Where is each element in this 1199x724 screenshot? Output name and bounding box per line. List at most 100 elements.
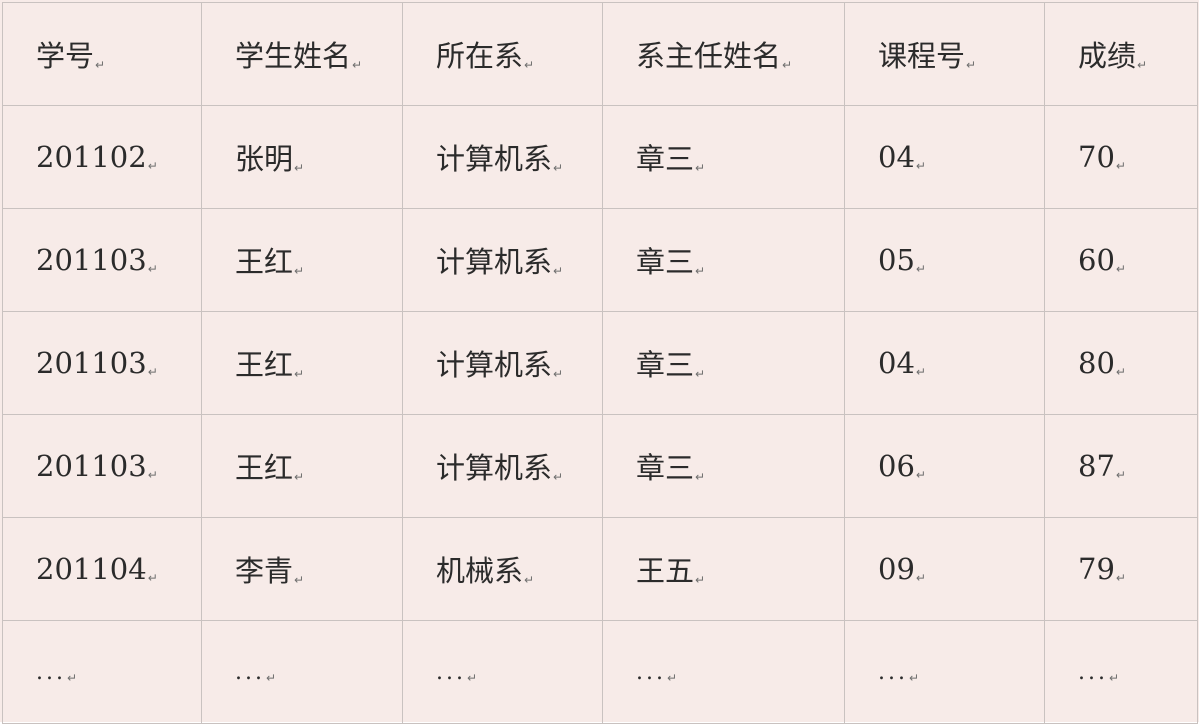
table-cell: 70↵ <box>1044 105 1198 209</box>
table-cell: 李青↵ <box>201 517 403 621</box>
cell-text: ... <box>36 659 66 685</box>
cell-text: 201103 <box>36 449 147 483</box>
cell-text: ... <box>878 659 908 685</box>
header-cell-student-id: 学号↵ <box>2 2 202 106</box>
cell-text: 章三 <box>636 348 695 382</box>
header-cell-dept-head: 系主任姓名↵ <box>602 2 845 106</box>
table-cell: 计算机系↵ <box>402 311 603 415</box>
paragraph-mark-icon: ↵ <box>524 573 535 587</box>
table-cell: 201103↵ <box>2 414 202 518</box>
table-cell: 计算机系↵ <box>402 208 603 312</box>
paragraph-mark-icon: ↵ <box>553 264 564 278</box>
document-page: 学号↵ 学生姓名↵ 所在系↵ 系主任姓名↵ 课程号↵ 成绩↵ 201102↵ 张… <box>0 0 1199 724</box>
paragraph-mark-icon: ↵ <box>294 573 305 587</box>
table-row: 201104↵ 李青↵ 机械系↵ 王五↵ 09↵ 79↵ <box>2 517 1198 621</box>
paragraph-mark-icon: ↵ <box>695 264 706 278</box>
paragraph-mark-icon: ↵ <box>695 161 706 175</box>
paragraph-mark-icon: ↵ <box>147 571 158 585</box>
paragraph-mark-icon: ↵ <box>782 58 793 72</box>
paragraph-mark-icon: ↵ <box>553 367 564 381</box>
paragraph-mark-icon: ↵ <box>553 161 564 175</box>
paragraph-mark-icon: ↵ <box>294 264 305 278</box>
table-cell: 王五↵ <box>602 517 845 621</box>
table-cell: 王红↵ <box>201 414 403 518</box>
cell-text: 计算机系 <box>436 451 553 485</box>
table-cell: 04↵ <box>844 105 1045 209</box>
table-cell: 章三↵ <box>602 414 845 518</box>
cell-text: ... <box>1078 659 1108 685</box>
table-cell: ...↵ <box>1044 620 1198 724</box>
paragraph-mark-icon: ↵ <box>1115 262 1126 276</box>
cell-text: 王五 <box>636 554 695 588</box>
table-cell: 机械系↵ <box>402 517 603 621</box>
cell-text: 201103 <box>36 243 147 277</box>
table-cell: ...↵ <box>602 620 845 724</box>
paragraph-mark-icon: ↵ <box>695 573 706 587</box>
table-cell: 87↵ <box>1044 414 1198 518</box>
table-cell: 05↵ <box>844 208 1045 312</box>
table-row: 201103↵ 王红↵ 计算机系↵ 章三↵ 05↵ 60↵ <box>2 208 1198 312</box>
paragraph-mark-icon: ↵ <box>147 262 158 276</box>
cell-text: 06 <box>878 449 915 483</box>
paragraph-mark-icon: ↵ <box>1108 670 1123 685</box>
table-cell: 06↵ <box>844 414 1045 518</box>
paragraph-mark-icon: ↵ <box>524 58 535 72</box>
cell-text: 04 <box>878 140 915 174</box>
table-cell: 60↵ <box>1044 208 1198 312</box>
paragraph-mark-icon: ↵ <box>915 571 926 585</box>
paragraph-mark-icon: ↵ <box>66 670 81 685</box>
paragraph-mark-icon: ↵ <box>95 58 106 72</box>
table-row-ellipsis: ...↵ ...↵ ...↵ ...↵ ...↵ ...↵ <box>2 620 1198 724</box>
paragraph-mark-icon: ↵ <box>466 670 481 685</box>
cell-text: 05 <box>878 243 915 277</box>
paragraph-mark-icon: ↵ <box>294 470 305 484</box>
cell-text: ... <box>436 659 466 685</box>
table-cell: 王红↵ <box>201 208 403 312</box>
header-cell-score: 成绩↵ <box>1044 2 1198 106</box>
paragraph-mark-icon: ↵ <box>915 365 926 379</box>
table-cell: 章三↵ <box>602 208 845 312</box>
cell-text: 所在系 <box>436 39 524 73</box>
paragraph-mark-icon: ↵ <box>915 468 926 482</box>
paragraph-mark-icon: ↵ <box>1115 159 1126 173</box>
cell-text: 201104 <box>36 552 147 586</box>
paragraph-mark-icon: ↵ <box>147 365 158 379</box>
cell-text: 系主任姓名 <box>636 39 782 73</box>
paragraph-mark-icon: ↵ <box>294 367 305 381</box>
table-cell: 201103↵ <box>2 311 202 415</box>
cell-text: 学生姓名 <box>235 39 352 73</box>
paragraph-mark-icon: ↵ <box>908 670 923 685</box>
cell-text: 04 <box>878 346 915 380</box>
paragraph-mark-icon: ↵ <box>147 468 158 482</box>
paragraph-mark-icon: ↵ <box>553 470 564 484</box>
table-cell: 09↵ <box>844 517 1045 621</box>
table-row: 201102↵ 张明↵ 计算机系↵ 章三↵ 04↵ 70↵ <box>2 105 1198 209</box>
table-cell: 计算机系↵ <box>402 105 603 209</box>
table-cell: 201102↵ <box>2 105 202 209</box>
cell-text: 王红 <box>235 348 294 382</box>
table-row: 201103↵ 王红↵ 计算机系↵ 章三↵ 04↵ 80↵ <box>2 311 1198 415</box>
student-course-table: 学号↵ 学生姓名↵ 所在系↵ 系主任姓名↵ 课程号↵ 成绩↵ 201102↵ 张… <box>2 2 1198 724</box>
cell-text: 章三 <box>636 245 695 279</box>
cell-text: 课程号 <box>878 39 966 73</box>
cell-text: 王红 <box>235 245 294 279</box>
table-cell: 章三↵ <box>602 311 845 415</box>
header-cell-student-name: 学生姓名↵ <box>201 2 403 106</box>
table-cell: ...↵ <box>201 620 403 724</box>
cell-text: 章三 <box>636 451 695 485</box>
paragraph-mark-icon: ↵ <box>915 159 926 173</box>
table-cell: 王红↵ <box>201 311 403 415</box>
table-cell: 04↵ <box>844 311 1045 415</box>
table-cell: 章三↵ <box>602 105 845 209</box>
paragraph-mark-icon: ↵ <box>966 58 977 72</box>
table-cell: 80↵ <box>1044 311 1198 415</box>
table-cell: 201104↵ <box>2 517 202 621</box>
table-cell: 79↵ <box>1044 517 1198 621</box>
cell-text: 79 <box>1078 552 1115 586</box>
table-row: 201103↵ 王红↵ 计算机系↵ 章三↵ 06↵ 87↵ <box>2 414 1198 518</box>
cell-text: ... <box>235 659 265 685</box>
cell-text: 201103 <box>36 346 147 380</box>
cell-text: 计算机系 <box>436 245 553 279</box>
cell-text: 09 <box>878 552 915 586</box>
table-header-row: 学号↵ 学生姓名↵ 所在系↵ 系主任姓名↵ 课程号↵ 成绩↵ <box>2 2 1198 106</box>
